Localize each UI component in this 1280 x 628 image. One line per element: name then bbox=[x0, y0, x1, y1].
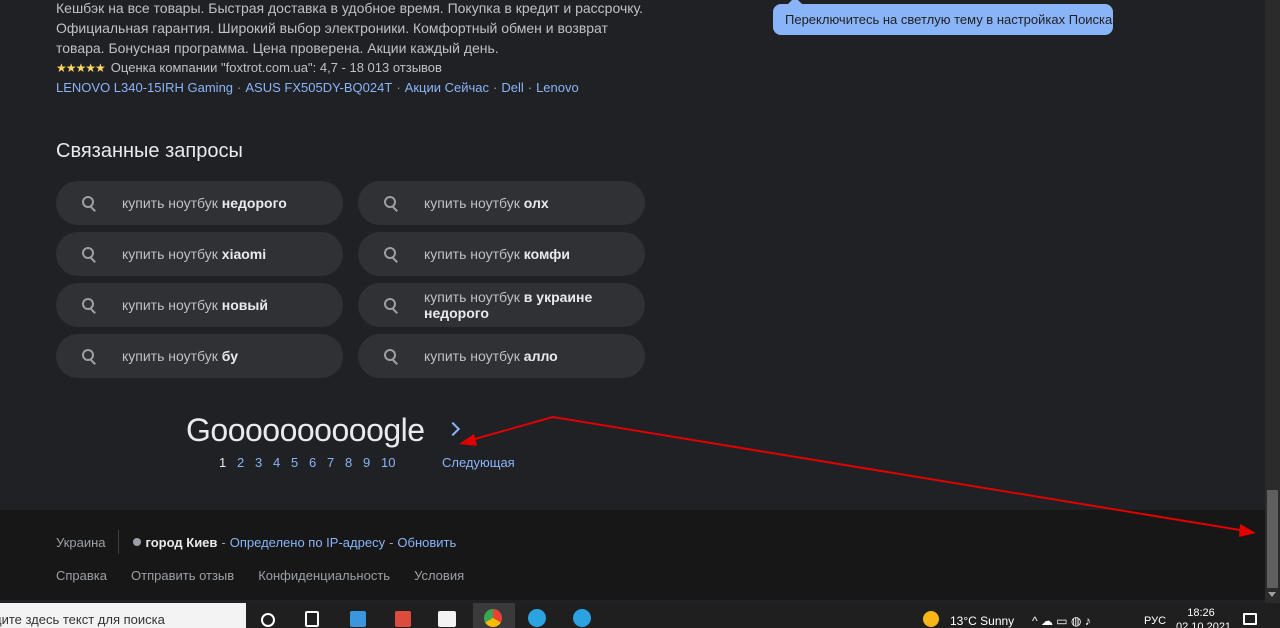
scroll-down-arrow-icon[interactable] bbox=[1268, 592, 1276, 597]
related-search-chip[interactable]: купить ноутбук новый bbox=[56, 283, 343, 327]
star-rating-icon: ★★★★★ bbox=[56, 61, 106, 75]
separator: · bbox=[492, 80, 498, 95]
todoist-icon[interactable] bbox=[395, 611, 411, 627]
search-result-snippet: Кешбэк на все товары. Быстрая доставка в… bbox=[56, 0, 644, 98]
footer-link-terms[interactable]: Условия bbox=[414, 568, 464, 583]
page-footer: Украина город Киев - Определено по IP-ад… bbox=[0, 510, 1265, 600]
chevron-right-icon[interactable] bbox=[445, 421, 461, 437]
clock-time: 18:26 bbox=[1187, 607, 1215, 619]
search-icon bbox=[82, 298, 96, 312]
snippet-line: товара. Бонусная программа. Цена провере… bbox=[56, 40, 499, 56]
store-icon[interactable] bbox=[438, 611, 456, 627]
page-number-current: 1 bbox=[219, 455, 227, 470]
dash: - bbox=[221, 534, 226, 550]
page-number[interactable]: 8 bbox=[345, 455, 363, 470]
telegram-icon[interactable] bbox=[573, 609, 591, 627]
search-icon bbox=[82, 196, 96, 210]
search-icon bbox=[384, 349, 398, 363]
weather-text[interactable]: 13°C Sunny bbox=[950, 614, 1014, 628]
page-number[interactable]: 10 bbox=[381, 455, 401, 470]
rating-row: ★★★★★ Оценка компании "foxtrot.com.ua": … bbox=[56, 58, 596, 78]
search-icon bbox=[384, 247, 398, 261]
related-search-chip[interactable]: купить ноутбук в украине недорого bbox=[358, 283, 645, 327]
google-pager-logo: Goooooooooogle bbox=[186, 412, 425, 448]
related-search-chip[interactable]: купить ноутбук олх bbox=[358, 181, 645, 225]
page-number[interactable]: 5 bbox=[291, 455, 309, 470]
related-search-chip[interactable]: купить ноутбук недорого bbox=[56, 181, 343, 225]
update-location-link[interactable]: Обновить bbox=[397, 535, 456, 550]
telegram-icon[interactable] bbox=[528, 609, 546, 627]
page-number[interactable]: 2 bbox=[237, 455, 255, 470]
system-tray-icons[interactable]: ^ ☁ ▭ ◍ ♪ bbox=[1032, 614, 1091, 628]
task-view-icon[interactable] bbox=[305, 611, 319, 627]
page-number[interactable]: 7 bbox=[327, 455, 345, 470]
windows-taskbar: дите здесь текст для поиска 13°C Sunny ^… bbox=[0, 603, 1280, 628]
next-page-link[interactable]: Следующая bbox=[442, 455, 515, 470]
dash: - bbox=[389, 534, 394, 550]
chrome-icon[interactable] bbox=[484, 609, 502, 627]
separator: · bbox=[237, 80, 242, 95]
separator: · bbox=[527, 80, 533, 95]
location-source-link[interactable]: Определено по IP-адресу bbox=[230, 535, 385, 550]
language-indicator[interactable]: РУС bbox=[1144, 615, 1166, 627]
location-dot-icon bbox=[132, 538, 141, 546]
tooltip-text: Переключитесь на светлую тему в настройк… bbox=[785, 12, 1113, 27]
sitelinks: LENOVO L340-15IRH Gaming · ASUS FX505DY-… bbox=[56, 78, 596, 98]
app-icon[interactable] bbox=[350, 611, 366, 627]
cortana-icon[interactable] bbox=[261, 613, 275, 627]
clock-date: 02.10.2021 bbox=[1176, 621, 1232, 628]
related-search-chip[interactable]: купить ноутбук комфи bbox=[358, 232, 645, 276]
annotation-arrowhead bbox=[459, 434, 477, 446]
rating-text: Оценка компании "foxtrot.com.ua": 4,7 - … bbox=[110, 60, 442, 75]
scrollbar-thumb[interactable] bbox=[1267, 490, 1278, 588]
related-search-chip[interactable]: купить ноутбук xiaomi bbox=[56, 232, 343, 276]
snippet-line: Кешбэк на все товары. Быстрая доставка в… bbox=[56, 0, 644, 16]
notifications-icon[interactable] bbox=[1243, 613, 1257, 625]
vertical-scrollbar[interactable] bbox=[1265, 0, 1280, 603]
search-icon bbox=[384, 196, 398, 210]
sitelink[interactable]: ASUS FX505DY-BQ024T bbox=[245, 78, 392, 98]
separator: · bbox=[396, 80, 401, 95]
page-number[interactable]: 3 bbox=[255, 455, 273, 470]
pagination: Goooooooooogle 1 2 3 4 5 6 7 8 9 10 След… bbox=[186, 412, 515, 470]
sitelink[interactable]: Dell bbox=[501, 78, 523, 98]
clock[interactable]: 18:26 02.10.2021 bbox=[1176, 606, 1232, 628]
annotation-arrow-line bbox=[463, 416, 554, 443]
taskbar-search-input[interactable]: дите здесь текст для поиска bbox=[0, 603, 246, 628]
country-label: Украина bbox=[56, 534, 106, 550]
footer-link-feedback[interactable]: Отправить отзыв bbox=[131, 568, 234, 583]
sitelink[interactable]: LENOVO L340-15IRH Gaming bbox=[56, 78, 233, 98]
related-search-chip[interactable]: купить ноутбук алло bbox=[358, 334, 645, 378]
related-search-chip[interactable]: купить ноутбук бу bbox=[56, 334, 343, 378]
city-label: город Киев bbox=[145, 534, 218, 550]
snippet-line: Официальная гарантия. Широкий выбор элек… bbox=[56, 20, 608, 36]
sun-weather-icon[interactable] bbox=[923, 611, 939, 627]
page-number[interactable]: 9 bbox=[363, 455, 381, 470]
page-number[interactable]: 4 bbox=[273, 455, 291, 470]
search-icon bbox=[82, 247, 96, 261]
search-icon bbox=[82, 349, 96, 363]
sitelink[interactable]: Акции Сейчас bbox=[405, 78, 489, 98]
location-row: Украина город Киев - Определено по IP-ад… bbox=[56, 530, 456, 554]
footer-links: Справка Отправить отзыв Конфиденциальнос… bbox=[56, 568, 464, 583]
page-numbers: 1 2 3 4 5 6 7 8 9 10 bbox=[219, 455, 401, 470]
search-icon bbox=[384, 298, 398, 312]
footer-link-help[interactable]: Справка bbox=[56, 568, 107, 583]
sitelink[interactable]: Lenovo bbox=[536, 78, 579, 98]
footer-link-privacy[interactable]: Конфиденциальность bbox=[258, 568, 390, 583]
divider bbox=[117, 530, 119, 554]
theme-tooltip[interactable]: Переключитесь на светлую тему в настройк… bbox=[773, 0, 1113, 35]
related-searches-title: Связанные запросы bbox=[56, 140, 243, 162]
page-number[interactable]: 6 bbox=[309, 455, 327, 470]
related-searches-grid: купить ноутбук недорого купить ноутбук о… bbox=[56, 181, 645, 378]
